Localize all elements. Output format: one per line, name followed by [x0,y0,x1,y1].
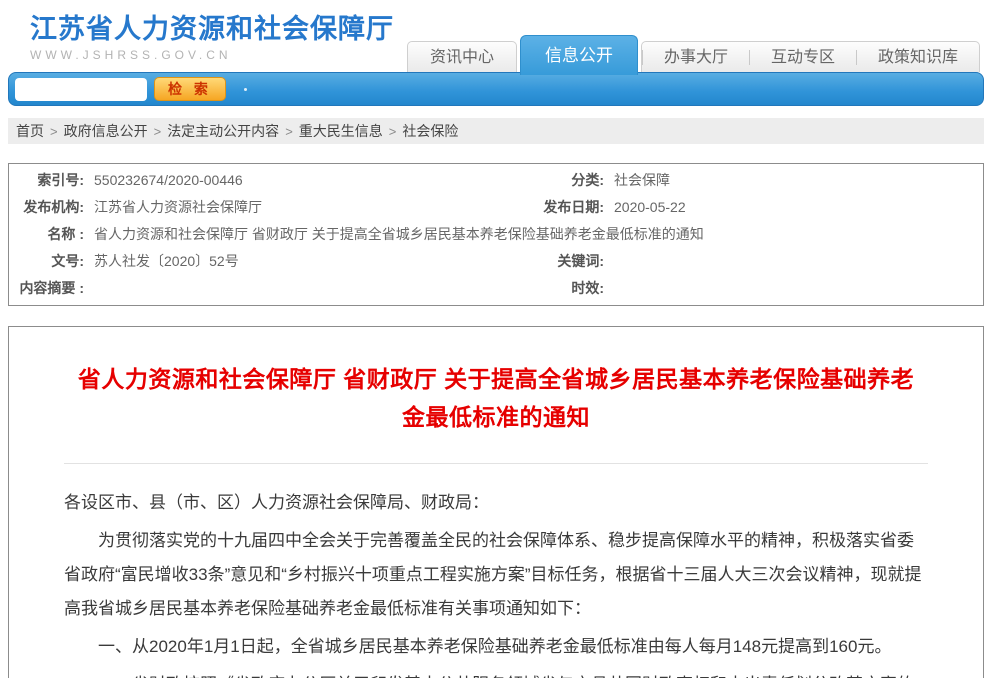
article-content-box: 省人力资源和社会保障厅 省财政厅 关于提高全省城乡居民基本养老保险基础养老金最低… [8,326,984,678]
meta-keyword-label: 关键词: [514,248,614,275]
meta-docno-value: 苏人社发〔2020〕52号 [94,248,514,275]
meta-agency-label: 发布机构: [9,194,94,221]
tab-interaction-zone[interactable]: 互动专区 [750,43,856,72]
article-salutation: 各设区市、县（市、区）人力资源社会保障局、财政局： [64,486,928,520]
meta-grid: 索引号: 550232674/2020-00446 分类: 社会保障 发布机构:… [9,167,983,302]
main-nav: 资讯中心 信息公开 办事大厅 互动专区 政策知识库 [407,35,980,72]
search-bar: 检 索 [8,72,984,106]
search-button[interactable]: 检 索 [154,77,226,101]
meta-summary-value [94,275,514,302]
breadcrumb-separator: > [285,124,293,139]
tab-news-center[interactable]: 资讯中心 [407,41,517,72]
tab-service-hall[interactable]: 办事大厅 [643,43,749,72]
site-url: WWW.JSHRSS.GOV.CN [30,48,394,62]
search-input[interactable] [15,78,147,101]
meta-agency-value: 江苏省人力资源社会保障厅 [94,194,514,221]
article-body: 各设区市、县（市、区）人力资源社会保障局、财政局： 为贯彻落实党的十九届四中全会… [64,486,928,678]
breadcrumb-home[interactable]: 首页 [16,123,44,139]
site-header: 江苏省人力资源和社会保障厅 WWW.JSHRSS.GOV.CN 资讯中心 信息公… [0,0,992,72]
article-paragraph: 二、省财政按照《省政府办公厅关于印发基本公共服务领域省与市县共同财政事权和支出责… [64,668,928,678]
breadcrumb: 首页 > 政府信息公开 > 法定主动公开内容 > 重大民生信息 > 社会保险 [8,118,984,144]
dot-decoration [244,88,247,91]
article-paragraph: 为贯彻落实党的十九届四中全会关于完善覆盖全民的社会保障体系、稳步提高保障水平的精… [64,524,928,626]
meta-name-value: 省人力资源和社会保障厅 省财政厅 关于提高全省城乡居民基本养老保险基础养老金最低… [94,221,983,248]
document-meta-box: 索引号: 550232674/2020-00446 分类: 社会保障 发布机构:… [8,163,984,306]
breadcrumb-gov-info[interactable]: 政府信息公开 [64,123,148,139]
site-logo[interactable]: 江苏省人力资源和社会保障厅 WWW.JSHRSS.GOV.CN [30,14,394,62]
meta-summary-label: 内容摘要 : [9,275,94,302]
meta-index-value: 550232674/2020-00446 [94,167,514,194]
meta-keyword-value [614,248,983,275]
meta-date-value: 2020-05-22 [614,194,983,221]
meta-category-value: 社会保障 [614,167,983,194]
breadcrumb-separator: > [154,124,162,139]
meta-name-label: 名称 : [9,221,94,248]
article-title: 省人力资源和社会保障厅 省财政厅 关于提高全省城乡居民基本养老保险基础养老金最低… [74,361,918,437]
breadcrumb-separator: > [50,124,58,139]
breadcrumb-livelihood-info[interactable]: 重大民生信息 [299,123,383,139]
title-divider [64,463,928,464]
tab-info-disclosure[interactable]: 信息公开 [520,35,638,75]
meta-date-label: 发布日期: [514,194,614,221]
tab-policy-knowledge[interactable]: 政策知识库 [857,43,979,72]
meta-category-label: 分类: [514,167,614,194]
tab-group: 办事大厅 互动专区 政策知识库 [641,41,980,72]
meta-validity-value [614,275,983,302]
article-paragraph: 一、从2020年1月1日起，全省城乡居民基本养老保险基础养老金最低标准由每人每月… [64,630,928,664]
meta-docno-label: 文号: [9,248,94,275]
page: 江苏省人力资源和社会保障厅 WWW.JSHRSS.GOV.CN 资讯中心 信息公… [0,0,992,678]
meta-validity-label: 时效: [514,275,614,302]
breadcrumb-statutory-disclosure[interactable]: 法定主动公开内容 [167,123,279,139]
breadcrumb-separator: > [389,124,397,139]
breadcrumb-social-insurance[interactable]: 社会保险 [402,123,458,139]
site-title: 江苏省人力资源和社会保障厅 [30,14,394,44]
meta-index-label: 索引号: [9,167,94,194]
